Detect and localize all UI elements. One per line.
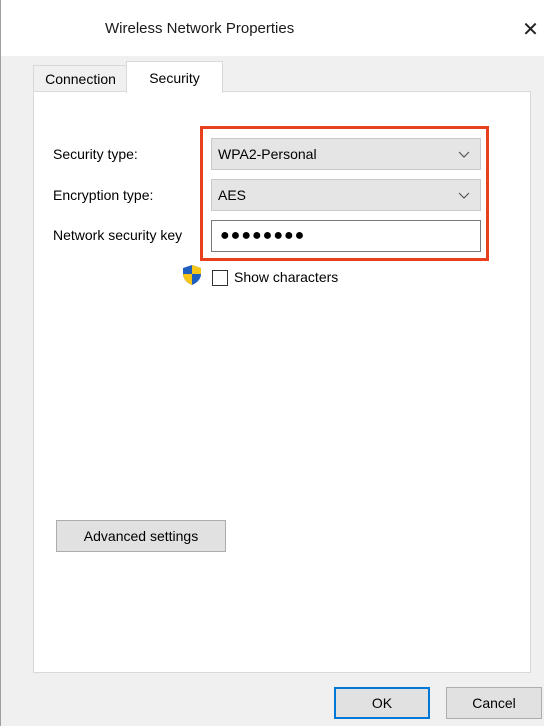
encryption-type-value: AES: [218, 187, 247, 203]
cancel-button-label: Cancel: [472, 695, 516, 711]
chevron-down-icon: [458, 192, 470, 199]
chevron-down-icon: [458, 151, 470, 158]
encryption-type-label: Encryption type:: [53, 187, 154, 203]
network-security-key-label: Network security key: [53, 227, 183, 243]
advanced-settings-button[interactable]: Advanced settings: [56, 520, 226, 552]
close-icon: ✕: [522, 18, 539, 41]
encryption-type-dropdown[interactable]: AES: [211, 179, 481, 211]
window-title: Wireless Network Properties: [105, 20, 295, 37]
wireless-network-properties-dialog: Wireless Network Properties ✕ Connection…: [0, 0, 544, 726]
uac-shield-icon: [183, 265, 201, 285]
security-type-value: WPA2-Personal: [218, 146, 317, 162]
show-characters-label[interactable]: Show characters: [234, 269, 338, 285]
title-bar: Wireless Network Properties ✕: [1, 0, 544, 56]
tab-connection[interactable]: Connection: [33, 65, 128, 92]
network-security-key-value: ●●●●●●●●: [220, 227, 306, 244]
security-type-label: Security type:: [53, 146, 138, 162]
ok-button-label: OK: [371, 695, 393, 711]
advanced-settings-label: Advanced settings: [83, 528, 199, 544]
show-characters-checkbox[interactable]: [212, 270, 228, 286]
security-type-dropdown[interactable]: WPA2-Personal: [211, 138, 481, 170]
network-security-key-field[interactable]: ●●●●●●●●: [211, 220, 481, 252]
close-button[interactable]: ✕: [516, 12, 544, 46]
tab-connection-label: Connection: [45, 71, 116, 87]
tab-security-label: Security: [149, 69, 200, 86]
tab-security[interactable]: Security: [126, 61, 223, 93]
cancel-button[interactable]: Cancel: [446, 687, 542, 719]
ok-button[interactable]: OK: [334, 687, 430, 719]
